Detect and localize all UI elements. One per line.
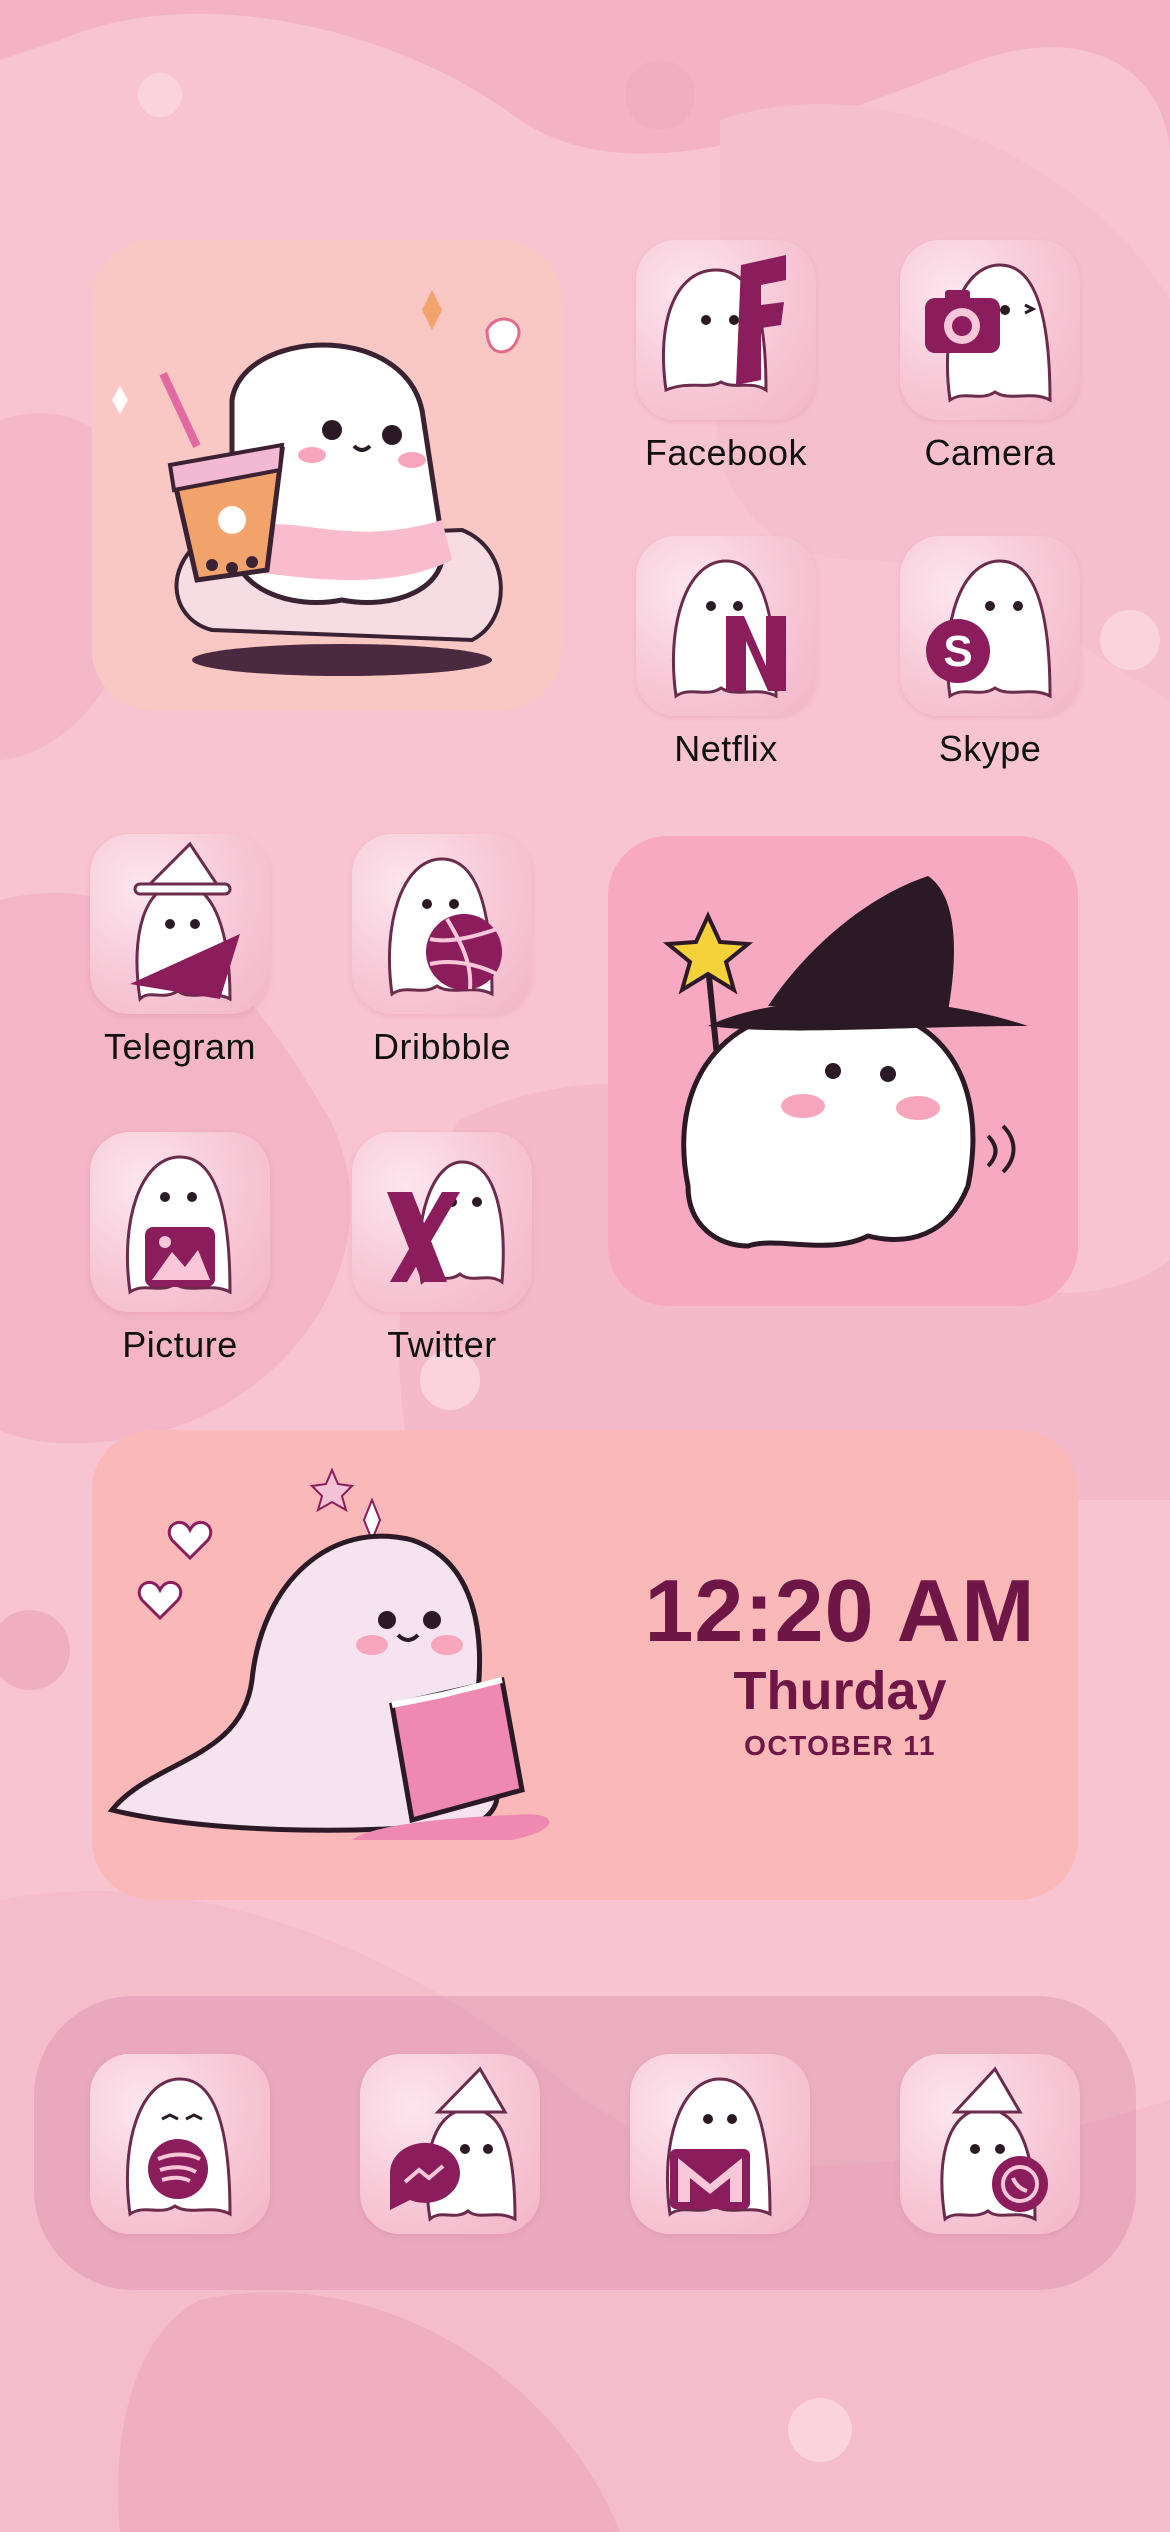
app-skype[interactable]: S Skype bbox=[900, 536, 1080, 770]
telegram-icon bbox=[130, 841, 240, 1003]
boba-ghost-widget[interactable] bbox=[92, 240, 562, 710]
messenger-icon bbox=[389, 2066, 517, 2222]
dock-app-messenger[interactable] bbox=[360, 2054, 540, 2234]
app-tile bbox=[90, 1132, 270, 1312]
app-tile bbox=[636, 536, 816, 716]
spotify-icon bbox=[126, 2077, 232, 2217]
camera-icon bbox=[925, 263, 1052, 403]
app-tile bbox=[636, 240, 816, 420]
app-tile bbox=[900, 240, 1080, 420]
app-tile bbox=[360, 2054, 540, 2234]
app-label: Picture bbox=[122, 1324, 238, 1365]
app-netflix[interactable]: Netflix bbox=[636, 536, 816, 770]
ghost-reading-book-icon bbox=[107, 1467, 550, 1840]
svg-text:S: S bbox=[943, 627, 972, 676]
app-tile bbox=[90, 834, 270, 1014]
skype-icon: S bbox=[926, 559, 1052, 699]
dock-app-spotify[interactable] bbox=[90, 2054, 270, 2234]
app-label: Skype bbox=[938, 728, 1042, 769]
app-label: Netflix bbox=[674, 728, 778, 769]
ghost-witch-wand-icon bbox=[608, 836, 1078, 1306]
dock-app-whatsapp[interactable] bbox=[900, 2054, 1080, 2234]
witch-ghost-widget[interactable] bbox=[608, 836, 1078, 1306]
whatsapp-icon bbox=[940, 2066, 1048, 2222]
app-facebook[interactable]: Facebook bbox=[636, 240, 816, 474]
app-label: Telegram bbox=[103, 1026, 257, 1067]
clock-date: OCTOBER 11 bbox=[744, 1730, 936, 1761]
app-tile bbox=[630, 2054, 810, 2234]
app-tile bbox=[900, 2054, 1080, 2234]
clock-day: Thurday bbox=[733, 1661, 947, 1721]
app-label: Facebook bbox=[644, 432, 808, 473]
app-tile bbox=[352, 834, 532, 1014]
app-tile: S bbox=[900, 536, 1080, 716]
clock-time: 12:20 AM bbox=[644, 1561, 1036, 1660]
dock-app-gmail[interactable] bbox=[630, 2054, 810, 2234]
app-telegram[interactable]: Telegram bbox=[90, 834, 270, 1068]
picture-icon bbox=[126, 1155, 232, 1295]
app-camera[interactable]: Camera bbox=[900, 240, 1080, 474]
netflix-icon bbox=[672, 559, 786, 699]
app-picture[interactable]: Picture bbox=[90, 1132, 270, 1366]
app-label: Dribbble bbox=[372, 1026, 512, 1067]
facebook-icon bbox=[661, 255, 786, 393]
app-tile bbox=[90, 2054, 270, 2234]
twitter-x-icon bbox=[387, 1160, 505, 1285]
app-twitter[interactable]: Twitter bbox=[352, 1132, 532, 1366]
app-label: Twitter bbox=[387, 1324, 497, 1365]
app-label: Camera bbox=[924, 432, 1056, 473]
app-dribbble[interactable]: Dribbble bbox=[352, 834, 532, 1068]
app-tile bbox=[352, 1132, 532, 1312]
gmail-icon bbox=[666, 2077, 772, 2217]
ghost-boba-icon bbox=[92, 240, 562, 710]
dribbble-icon bbox=[388, 857, 502, 997]
